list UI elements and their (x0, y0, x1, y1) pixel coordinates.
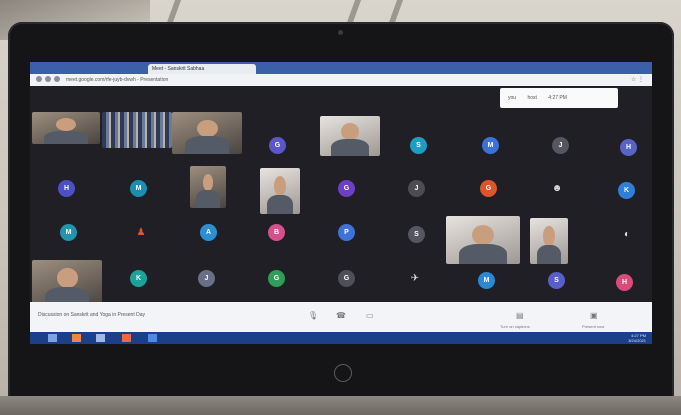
present-label[interactable]: Present now (582, 324, 604, 329)
meeting-title: Discussion on Sanskrit and Yoga in Prese… (38, 312, 146, 318)
meeting-notification: you host 4:27 PM (500, 88, 618, 108)
start-icon[interactable] (48, 334, 57, 342)
camera-icon[interactable]: ▭ (366, 311, 374, 320)
participant-avatar[interactable]: B (268, 224, 285, 241)
participant-avatar[interactable]: P (338, 224, 355, 241)
browser-icon[interactable] (122, 334, 131, 342)
taskbar-app-icon[interactable] (96, 334, 105, 342)
user-icon[interactable]: ♟ (134, 226, 148, 240)
participant-avatar[interactable]: J (552, 137, 569, 154)
browser-tab-bar (30, 62, 652, 74)
participant-avatar[interactable]: H (620, 139, 637, 156)
participant-video[interactable] (172, 112, 242, 154)
notification-item: 4:27 PM (548, 95, 567, 101)
participant-avatar[interactable]: H (616, 274, 633, 291)
desk-surface (0, 396, 681, 415)
captions-icon[interactable]: ▤ (516, 311, 524, 320)
browser-tab[interactable]: Meet - Sanskrit Sabhaa (148, 64, 256, 74)
notification-item: you (508, 95, 517, 101)
notification-item: host (527, 95, 537, 101)
forward-icon[interactable] (45, 76, 51, 82)
captions-label[interactable]: Turn on captions (500, 324, 530, 329)
participant-avatar[interactable]: G (268, 270, 285, 287)
user-icon[interactable]: ✈ (408, 272, 422, 286)
participant-video[interactable] (102, 112, 172, 148)
participant-avatar[interactable]: S (410, 137, 427, 154)
participant-avatar[interactable]: J (198, 270, 215, 287)
participant-avatar[interactable]: H (58, 180, 75, 197)
clock-date: 3/24/2021 (628, 338, 646, 343)
participant-avatar[interactable]: M (478, 272, 495, 289)
hang-up-icon[interactable]: ☎ (336, 311, 346, 320)
user-icon[interactable]: ☻ (550, 182, 564, 196)
microphone-icon[interactable]: 🎙 (308, 311, 318, 320)
participant-avatar[interactable]: J (408, 180, 425, 197)
url-text[interactable]: meet.google.com/rfe-juyb-dvwh - Presenta… (66, 76, 256, 84)
taskbar-app-icon[interactable] (148, 334, 157, 342)
webcam (338, 30, 343, 35)
present-icon[interactable]: ▣ (590, 311, 598, 320)
participant-avatar[interactable]: S (548, 272, 565, 289)
participant-avatar[interactable]: M (60, 224, 77, 241)
participant-video[interactable] (190, 166, 226, 208)
system-clock[interactable]: 4:27 PM 3/24/2021 (628, 333, 646, 343)
participant-avatar[interactable]: M (130, 180, 147, 197)
laptop-screen: Meet - Sanskrit Sabhaa meet.google.com/r… (30, 62, 652, 344)
participant-video[interactable] (32, 260, 102, 306)
participant-avatar[interactable]: A (200, 224, 217, 241)
participant-video[interactable] (32, 112, 100, 144)
laptop-body: Meet - Sanskrit Sabhaa meet.google.com/r… (8, 22, 674, 402)
participant-video[interactable] (446, 216, 520, 264)
participant-avatar[interactable]: K (130, 270, 147, 287)
participant-avatar[interactable]: G (338, 180, 355, 197)
participant-avatar[interactable]: K (618, 182, 635, 199)
hp-logo (334, 364, 352, 382)
back-icon[interactable] (36, 76, 42, 82)
reload-icon[interactable] (54, 76, 60, 82)
participant-avatar[interactable]: G (480, 180, 497, 197)
participant-avatar[interactable]: M (482, 137, 499, 154)
participant-avatar[interactable]: G (338, 270, 355, 287)
user-icon[interactable]: ◐ (620, 228, 634, 242)
file-explorer-icon[interactable] (72, 334, 81, 342)
participant-video[interactable] (320, 116, 380, 156)
participant-video[interactable] (260, 168, 300, 214)
participant-avatar[interactable]: S (408, 226, 425, 243)
participant-avatar[interactable]: G (269, 137, 286, 154)
browser-menu-icon[interactable]: ☆ ⋮ (631, 76, 644, 83)
participant-video[interactable] (530, 218, 568, 264)
